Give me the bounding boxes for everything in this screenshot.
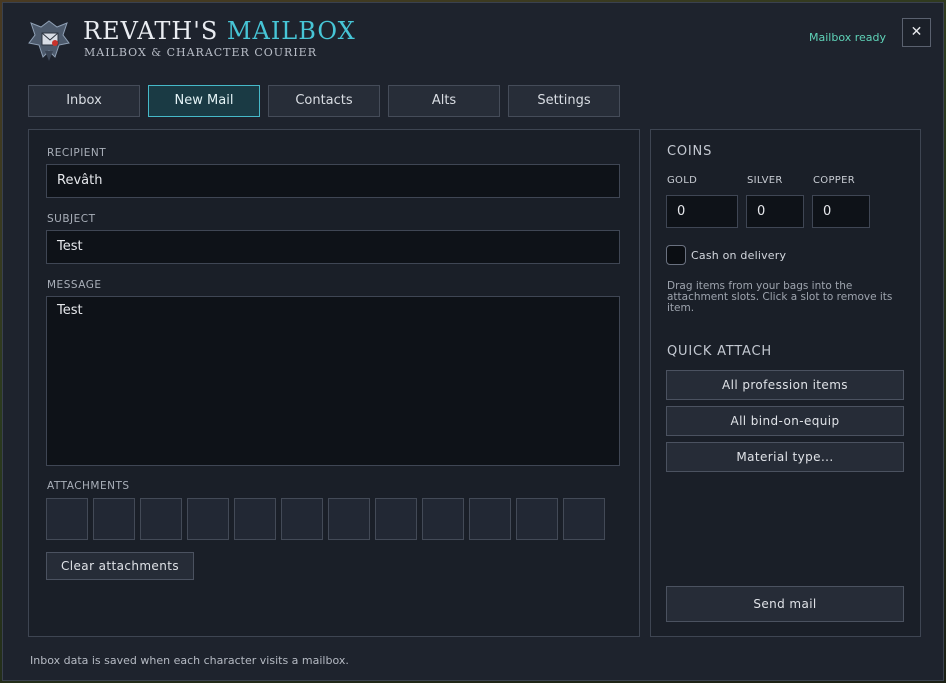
- attachment-slot[interactable]: [46, 498, 88, 540]
- send-mail-button[interactable]: Send mail: [666, 586, 904, 622]
- close-button[interactable]: ✕: [902, 18, 931, 47]
- attachment-slot[interactable]: [234, 498, 276, 540]
- tab-settings[interactable]: Settings: [508, 85, 620, 117]
- clear-attachments-button[interactable]: Clear attachments: [46, 552, 194, 580]
- attachment-slot[interactable]: [140, 498, 182, 540]
- tab-alts[interactable]: Alts: [388, 85, 500, 117]
- copper-label: COPPER: [813, 175, 855, 186]
- tab-new-mail[interactable]: New Mail: [148, 85, 260, 117]
- recipient-input[interactable]: Revâth: [46, 164, 620, 198]
- compose-panel: RECIPIENT Revâth SUBJECT Test MESSAGE Te…: [28, 129, 640, 637]
- quick-attach-material-button[interactable]: Material type...: [666, 442, 904, 472]
- attachment-slot[interactable]: [375, 498, 417, 540]
- subject-input[interactable]: Test: [46, 230, 620, 264]
- coins-panel: COINS GOLD 0 SILVER 0 COPPER 0 Cash on d…: [650, 129, 921, 637]
- message-textarea[interactable]: Test: [46, 296, 620, 466]
- cod-label: Cash on delivery: [691, 249, 787, 262]
- status-text: Mailbox ready: [809, 31, 887, 44]
- copper-input[interactable]: 0: [812, 195, 870, 228]
- quick-attach-title: QUICK ATTACH: [667, 344, 772, 359]
- attachment-slot[interactable]: [328, 498, 370, 540]
- recipient-label: RECIPIENT: [47, 147, 107, 159]
- mailbox-window: REVATH'S MAILBOX MAILBOX & CHARACTER COU…: [2, 2, 944, 681]
- quick-attach-boe-button[interactable]: All bind-on-equip: [666, 406, 904, 436]
- silver-label: SILVER: [747, 175, 783, 186]
- attachments-label: ATTACHMENTS: [47, 480, 130, 492]
- tab-inbox[interactable]: Inbox: [28, 85, 140, 117]
- gold-input[interactable]: 0: [666, 195, 738, 228]
- cod-checkbox[interactable]: [666, 245, 686, 265]
- tab-contacts[interactable]: Contacts: [268, 85, 380, 117]
- attachment-slot[interactable]: [422, 498, 464, 540]
- subject-label: SUBJECT: [47, 213, 96, 225]
- mailbox-crest-icon: [28, 20, 70, 61]
- gold-label: GOLD: [667, 175, 698, 186]
- attachment-slot[interactable]: [516, 498, 558, 540]
- quick-attach-profession-button[interactable]: All profession items: [666, 370, 904, 400]
- attachment-hint: Drag items from your bags into the attac…: [667, 280, 893, 314]
- silver-input[interactable]: 0: [746, 195, 804, 228]
- attachment-slot[interactable]: [563, 498, 605, 540]
- attachment-slot[interactable]: [469, 498, 511, 540]
- title-accent: MAILBOX: [226, 17, 356, 45]
- app-title: REVATH'S MAILBOX: [83, 17, 356, 45]
- close-icon: ✕: [910, 24, 923, 40]
- message-label: MESSAGE: [47, 279, 102, 291]
- footer-note: Inbox data is saved when each character …: [30, 654, 349, 667]
- title-main: REVATH'S: [83, 17, 227, 45]
- app-subtitle: MAILBOX & CHARACTER COURIER: [84, 46, 317, 59]
- attachment-slot[interactable]: [281, 498, 323, 540]
- attachment-slot[interactable]: [93, 498, 135, 540]
- coins-title: COINS: [667, 144, 713, 159]
- attachment-slot[interactable]: [187, 498, 229, 540]
